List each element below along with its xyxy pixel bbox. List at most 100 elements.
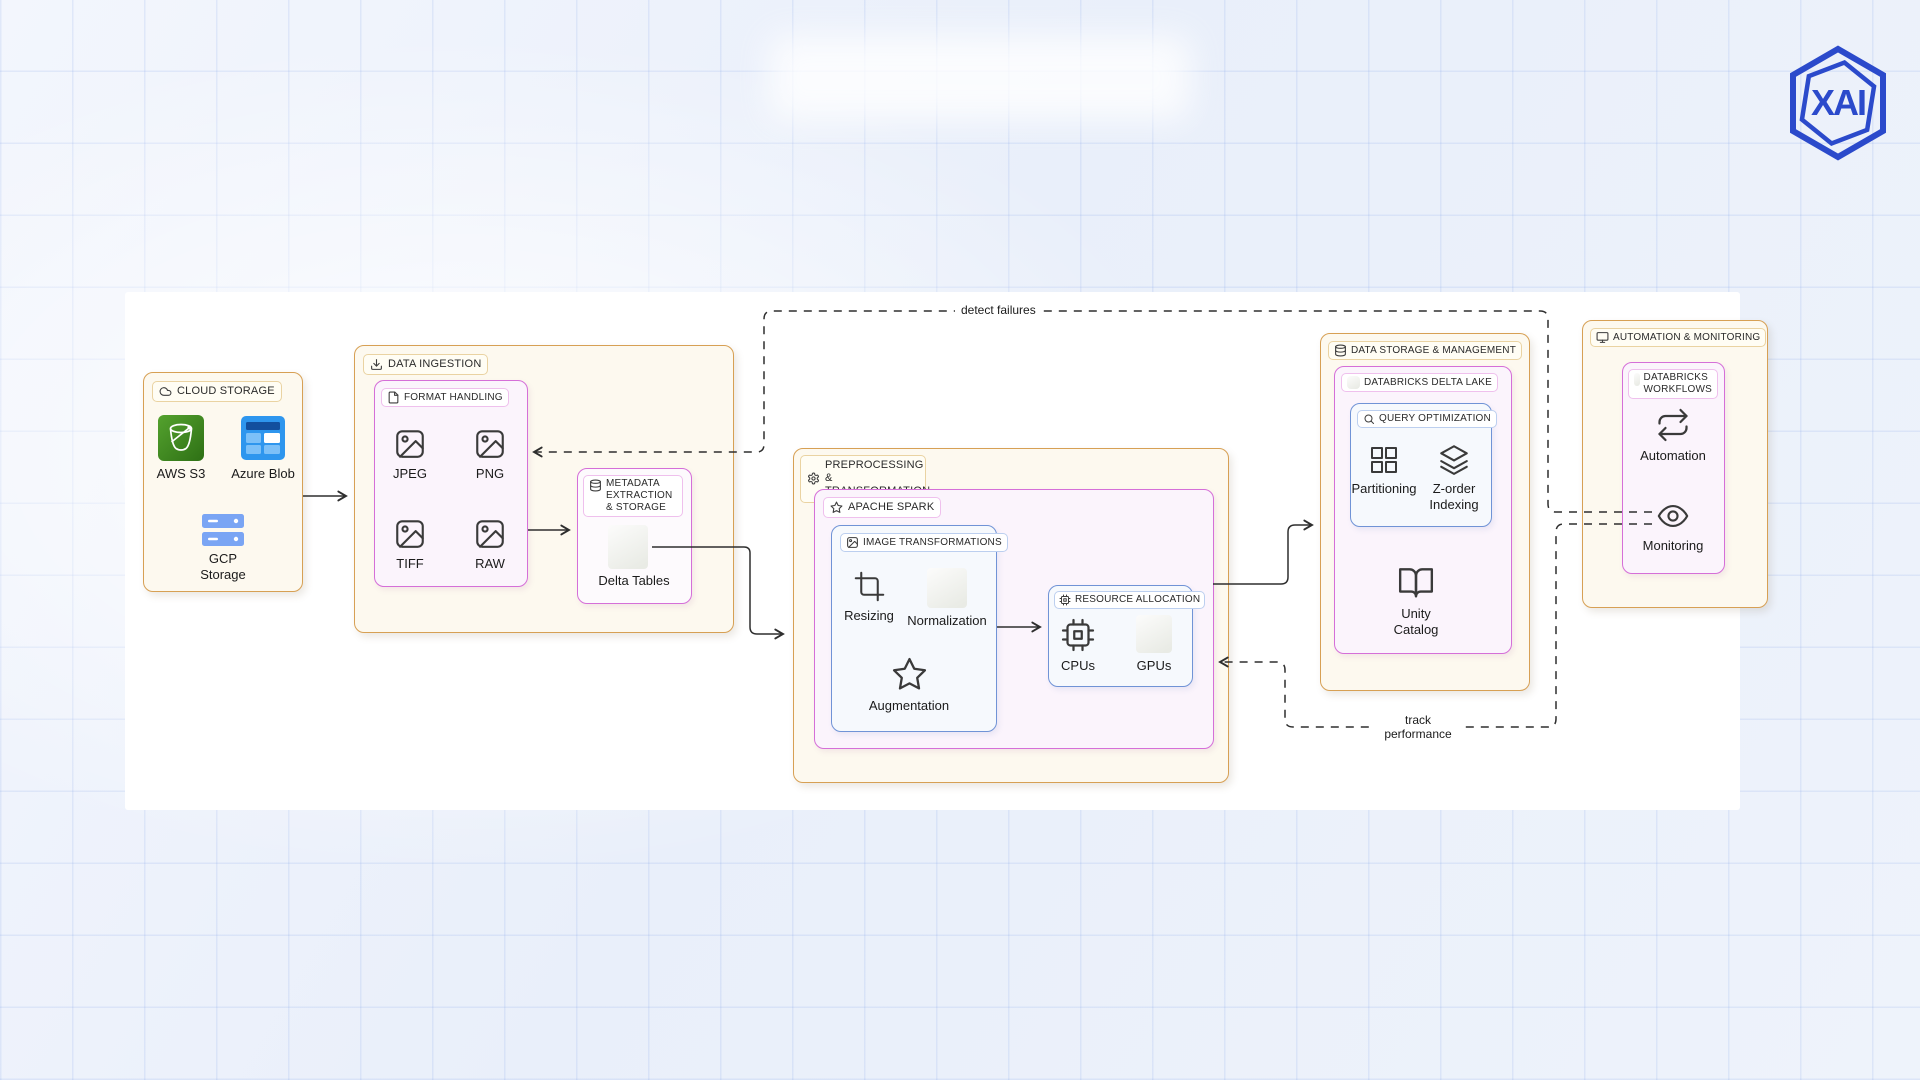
node-gcp-storage: GCP Storage (188, 514, 258, 584)
workflows-title: DATABRICKS WORKFLOWS (1644, 372, 1712, 396)
architecture-diagram-page: { "logo": { "text": "XAI" }, "edge_label… (0, 0, 1920, 1080)
star-icon (830, 501, 843, 514)
resource-allocation-title-pill: RESOURCE ALLOCATION (1054, 591, 1205, 609)
node-azure-blob: Azure Blob (222, 415, 304, 482)
search-icon (1363, 413, 1375, 425)
xai-logo: XAI (1786, 44, 1890, 167)
background-glow (770, 36, 1190, 120)
image-icon (846, 536, 859, 549)
image-icon (473, 427, 507, 461)
azure-blob-icon (241, 415, 285, 461)
layers-icon (1437, 442, 1471, 476)
metadata-title: METADATA EXTRACTION & STORAGE (606, 478, 677, 514)
cpu-icon (1060, 617, 1096, 653)
resizing-label: Resizing (844, 608, 894, 624)
node-cpus: CPUs (1049, 617, 1107, 674)
xai-logo-text: XAI (1811, 82, 1865, 123)
repeat-icon (1655, 407, 1691, 443)
edge-label-detect-failures: detect failures (955, 302, 1042, 318)
data-storage-title: DATA STORAGE & MANAGEMENT (1351, 345, 1516, 357)
png-label: PNG (476, 466, 504, 482)
image-icon (473, 517, 507, 551)
node-partitioning: Partitioning (1354, 444, 1414, 497)
metadata-title-pill: METADATA EXTRACTION & STORAGE (583, 475, 683, 517)
delta-lake-title-pill: DATABRICKS DELTA LAKE (1341, 373, 1498, 392)
jpeg-label: JPEG (393, 466, 427, 482)
normalization-label: Normalization (907, 613, 986, 629)
node-delta-tables: Delta Tables (584, 573, 684, 589)
node-unity-catalog: Unity Catalog (1381, 563, 1451, 639)
raw-label: RAW (475, 556, 505, 572)
gcp-storage-label: GCP Storage (191, 551, 255, 584)
automation-label: Automation (1640, 448, 1706, 464)
node-raw: RAW (455, 517, 525, 572)
star-icon (891, 656, 928, 693)
image-transformations-box: IMAGE TRANSFORMATIONS Resizing Normaliza… (831, 525, 997, 732)
tiff-label: TIFF (396, 556, 423, 572)
format-handling-title: FORMAT HANDLING (404, 392, 503, 404)
gpus-label: GPUs (1137, 658, 1172, 674)
resource-allocation-title: RESOURCE ALLOCATION (1075, 594, 1200, 606)
node-jpeg: JPEG (375, 427, 445, 482)
crop-icon (853, 570, 886, 603)
automation-title-pill: AUTOMATION & MONITORING (1590, 328, 1766, 347)
zorder-indexing-label: Z-order Indexing (1422, 481, 1486, 514)
format-handling-title-pill: FORMAT HANDLING (381, 388, 509, 407)
query-optimization-box: QUERY OPTIMIZATION Partitioning Z-order … (1350, 403, 1492, 527)
delta-lake-placeholder-icon (1347, 376, 1360, 389)
apache-spark-title: APACHE SPARK (848, 501, 934, 514)
delta-tables-placeholder-image (608, 525, 648, 569)
format-handling-box: FORMAT HANDLING JPEG PNG TIFF RAW (374, 380, 528, 587)
workflows-box: DATABRICKS WORKFLOWS Automation Monitori… (1622, 362, 1725, 574)
normalization-placeholder-image (927, 568, 967, 608)
gear-icon (807, 472, 820, 485)
node-tiff: TIFF (375, 517, 445, 572)
metadata-extraction-box: METADATA EXTRACTION & STORAGE Delta Tabl… (577, 468, 692, 604)
database-icon (589, 479, 602, 492)
file-icon (387, 391, 400, 404)
cloud-storage-title: CLOUD STORAGE (177, 385, 275, 398)
xai-logo-icon: XAI (1786, 44, 1890, 162)
node-gpus: GPUs (1125, 615, 1183, 674)
unity-catalog-label: Unity Catalog (1384, 606, 1448, 639)
data-ingestion-title-pill: DATA INGESTION (363, 354, 488, 375)
image-icon (393, 427, 427, 461)
book-icon (1397, 563, 1435, 601)
image-transformations-title: IMAGE TRANSFORMATIONS (863, 537, 1002, 549)
monitor-icon (1596, 331, 1609, 344)
cloud-icon (159, 385, 172, 398)
image-icon (393, 517, 427, 551)
image-transformations-title-pill: IMAGE TRANSFORMATIONS (840, 533, 1008, 552)
node-aws-s3: AWS S3 (140, 415, 222, 482)
partitioning-label: Partitioning (1351, 481, 1416, 497)
node-resizing: Resizing (834, 570, 904, 624)
eye-icon (1652, 499, 1694, 533)
download-icon (370, 358, 383, 371)
aws-s3-label: AWS S3 (157, 466, 206, 482)
grid-icon (1368, 444, 1400, 476)
query-optimization-title-pill: QUERY OPTIMIZATION (1357, 410, 1497, 428)
cloud-storage-title-pill: CLOUD STORAGE (152, 381, 282, 402)
delta-lake-title: DATABRICKS DELTA LAKE (1364, 377, 1492, 389)
aws-s3-icon (158, 415, 204, 461)
query-optimization-title: QUERY OPTIMIZATION (1379, 413, 1491, 425)
delta-tables-label: Delta Tables (598, 573, 669, 589)
workflows-title-pill: DATABRICKS WORKFLOWS (1628, 369, 1718, 399)
apache-spark-title-pill: APACHE SPARK (823, 497, 941, 518)
node-automation: Automation (1638, 407, 1708, 464)
node-normalization: Normalization (912, 568, 982, 629)
data-storage-title-pill: DATA STORAGE & MANAGEMENT (1328, 341, 1522, 360)
automation-title: AUTOMATION & MONITORING (1613, 332, 1760, 344)
chip-icon (1059, 594, 1071, 606)
node-zorder-indexing: Z-order Indexing (1424, 442, 1484, 514)
workflows-placeholder-icon (1634, 373, 1640, 386)
monitoring-label: Monitoring (1643, 538, 1704, 554)
database-icon (1334, 344, 1347, 357)
gcp-storage-icon (202, 514, 244, 546)
edge-label-track-performance: track performance (1372, 712, 1464, 743)
data-ingestion-title: DATA INGESTION (388, 358, 481, 371)
cpus-label: CPUs (1061, 658, 1095, 674)
gpus-placeholder-image (1136, 615, 1172, 653)
azure-blob-label: Azure Blob (231, 466, 295, 482)
cloud-storage-box: CLOUD STORAGE AWS S3 Azure Blob GCP Stor… (143, 372, 303, 592)
